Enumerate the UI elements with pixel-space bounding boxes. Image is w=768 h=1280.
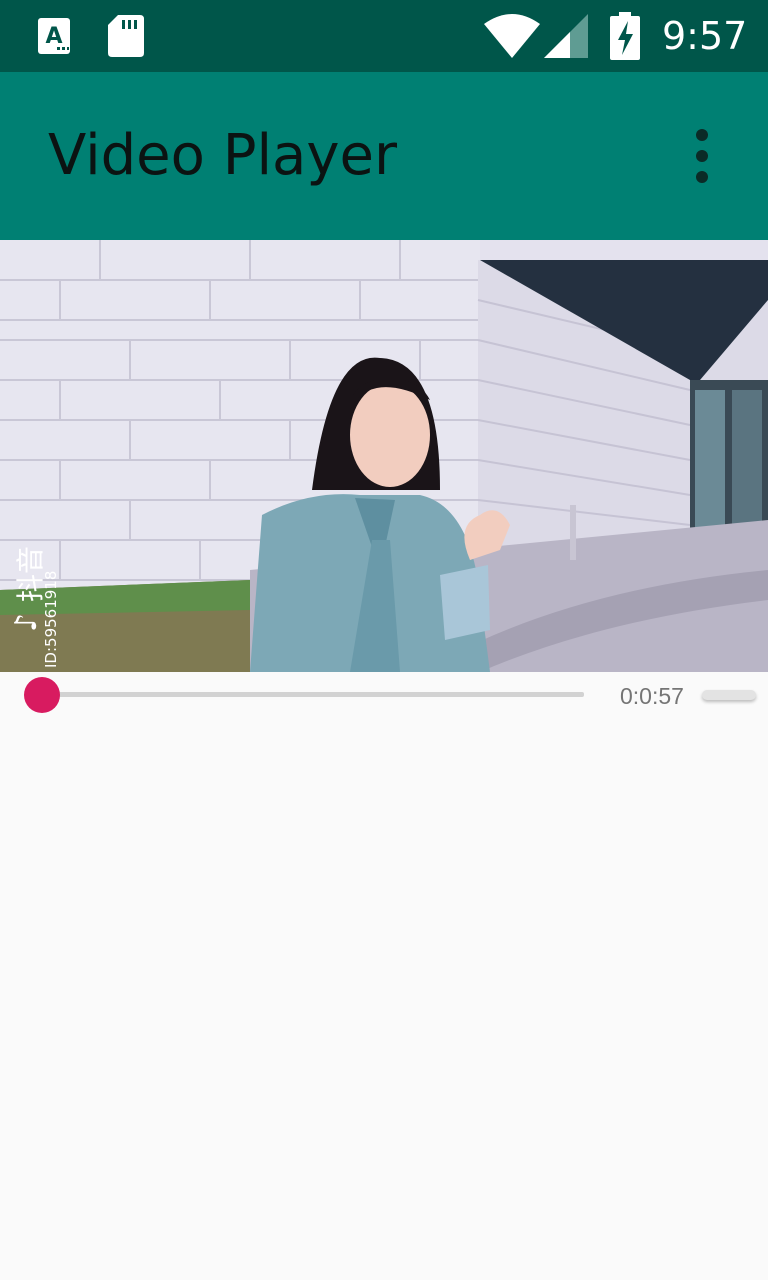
elapsed-time: 0:0:57	[620, 683, 684, 709]
seek-bar[interactable]	[42, 692, 584, 697]
svg-text:♪: ♪	[9, 613, 44, 632]
status-time: 9:57	[662, 14, 748, 58]
more-vert-icon[interactable]	[684, 126, 720, 186]
svg-text:A: A	[45, 24, 62, 49]
wifi-icon	[484, 14, 540, 58]
app-bar: Video Player	[0, 72, 768, 240]
video-surface[interactable]: ♪ 抖音 ID:59561918	[0, 240, 768, 672]
volume-handle[interactable]	[702, 690, 756, 700]
content-area	[0, 720, 768, 1280]
video-frame: ♪ 抖音 ID:59561918	[0, 240, 768, 672]
status-bar: A 9:57	[0, 0, 768, 72]
battery-charging-icon	[610, 12, 640, 60]
app-title: Video Player	[48, 123, 397, 188]
player-controls: 0:0:57	[0, 672, 768, 720]
cell-signal-icon	[544, 14, 588, 58]
watermark-id: ID:59561918	[42, 571, 60, 668]
seek-thumb[interactable]	[24, 677, 60, 713]
sd-card-icon	[108, 15, 144, 57]
font-a-icon: A	[38, 18, 70, 54]
